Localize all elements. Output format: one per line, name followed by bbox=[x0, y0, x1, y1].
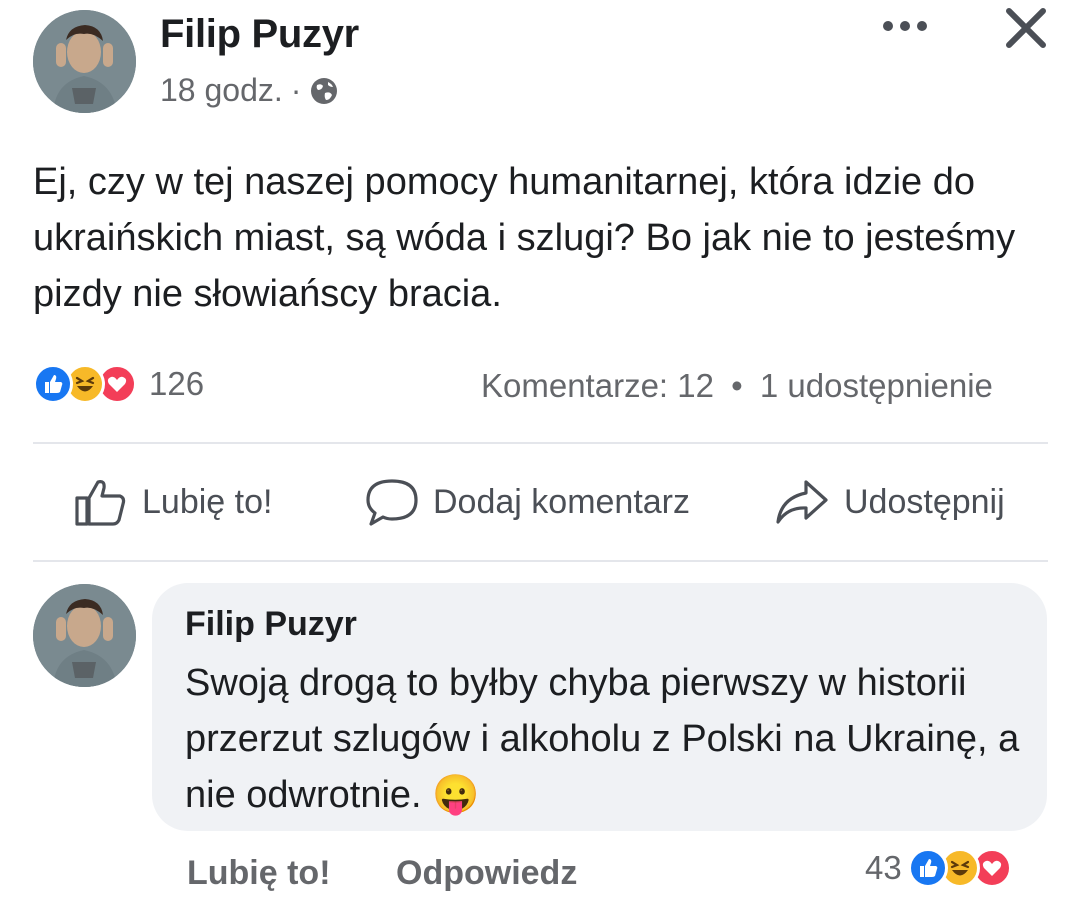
thumbs-up-icon bbox=[74, 476, 128, 528]
post-meta: 18 godz. · bbox=[160, 72, 339, 109]
comment-button[interactable]: Dodaj komentarz bbox=[365, 476, 690, 528]
comment-reaction-count: 43 bbox=[865, 849, 902, 886]
share-button[interactable]: Udostępnij bbox=[774, 476, 1005, 528]
post-time[interactable]: 18 godz. bbox=[160, 72, 283, 109]
share-icon bbox=[774, 476, 830, 528]
comment-icon bbox=[365, 476, 419, 528]
stats-dot: • bbox=[731, 367, 743, 404]
divider-bottom bbox=[33, 560, 1048, 562]
author-avatar[interactable] bbox=[33, 10, 136, 113]
comment-button-label: Dodaj komentarz bbox=[433, 482, 691, 521]
tongue-emoji: 😛 bbox=[432, 774, 480, 816]
post-text: Ej, czy w tej naszej pomocy humanitarnej… bbox=[33, 161, 1016, 315]
comments-count[interactable]: Komentarze: 12 bbox=[481, 367, 714, 404]
shares-count[interactable]: 1 udostępnienie bbox=[760, 367, 993, 404]
comment-text-block: Swoją drogą to byłby chyba pierwszy w hi… bbox=[185, 655, 1025, 823]
comment-text: Swoją drogą to byłby chyba pierwszy w hi… bbox=[185, 662, 1020, 816]
meta-separator: · bbox=[290, 72, 302, 108]
comment-avatar[interactable] bbox=[33, 584, 136, 687]
globe-icon bbox=[309, 76, 339, 106]
engagement-stats: Komentarze: 12 • 1 udostępnienie bbox=[481, 367, 993, 405]
comment-reply-button[interactable]: Odpowiedz bbox=[396, 854, 577, 893]
close-icon[interactable] bbox=[1004, 6, 1048, 50]
comment-like-button[interactable]: Lubię to! bbox=[187, 854, 331, 893]
more-options-icon[interactable] bbox=[880, 14, 930, 38]
comment-bubble: Filip Puzyr Swoją drogą to byłby chyba p… bbox=[152, 583, 1047, 831]
like-button[interactable]: Lubię to! bbox=[74, 476, 272, 528]
share-button-label: Udostępnij bbox=[844, 482, 1005, 521]
like-button-label: Lubię to! bbox=[142, 482, 273, 521]
like-reaction-icon bbox=[33, 364, 73, 404]
divider-top bbox=[33, 442, 1048, 444]
comment-reactions[interactable]: 43 bbox=[865, 848, 1012, 888]
like-reaction-icon bbox=[907, 848, 948, 888]
reaction-count: 126 bbox=[149, 365, 205, 402]
reactions-summary[interactable]: 126 bbox=[33, 364, 204, 404]
post-author-name[interactable]: Filip Puzyr bbox=[160, 12, 359, 57]
comment-author-name[interactable]: Filip Puzyr bbox=[185, 605, 357, 644]
